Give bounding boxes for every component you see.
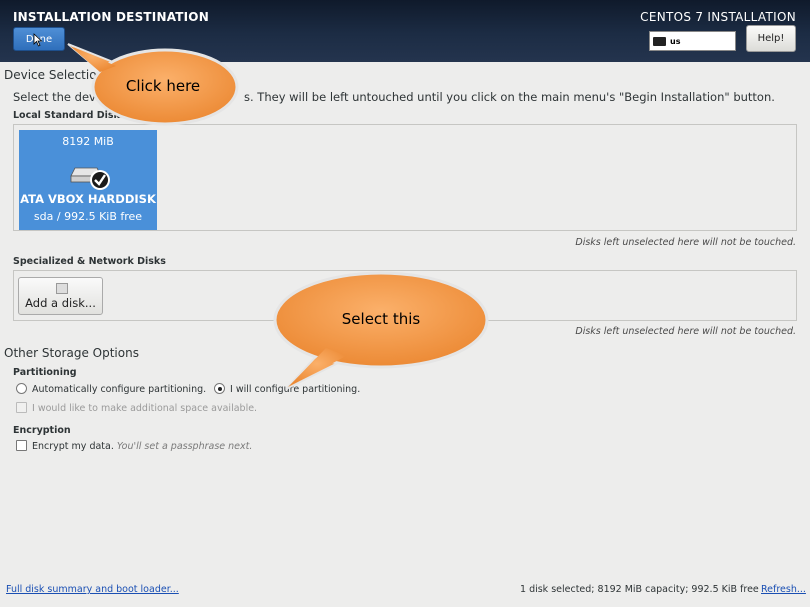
mouse-pointer-icon <box>33 33 43 47</box>
click-here-text: Click here <box>125 77 201 95</box>
disk-summary-link[interactable]: Full disk summary and boot loader... <box>6 584 179 595</box>
refresh-link[interactable]: Refresh... <box>761 584 806 595</box>
partitioning-title: Partitioning <box>13 367 77 378</box>
disk-details: sda / 992.5 KiB free <box>33 210 143 223</box>
page-title: INSTALLATION DESTINATION <box>13 10 209 24</box>
product-title: CENTOS 7 INSTALLATION <box>640 10 796 24</box>
disk-size: 8192 MiB <box>62 135 114 148</box>
disk-status-text: 1 disk selected; 8192 MiB capacity; 992.… <box>520 584 759 595</box>
instruction-text-end: s. They will be left untouched until you… <box>244 90 775 104</box>
auto-partition-radio[interactable] <box>16 383 27 394</box>
add-disk-label: Add a disk... <box>25 296 96 310</box>
manual-partition-radio[interactable] <box>214 383 225 394</box>
select-this-callout <box>273 271 489 390</box>
disk-name: ATA VBOX HARDDISK <box>20 192 156 206</box>
encrypt-label[interactable]: Encrypt my data. You'll set a passphrase… <box>32 441 252 452</box>
disk-add-icon <box>56 283 68 294</box>
unselected-note-network: Disks left unselected here will not be t… <box>575 326 796 337</box>
help-button[interactable]: Help! <box>746 25 796 52</box>
select-this-text: Select this <box>341 310 421 328</box>
extra-space-checkbox[interactable] <box>16 402 27 413</box>
encrypt-note: You'll set a passphrase next. <box>116 441 253 452</box>
unselected-note-local: Disks left unselected here will not be t… <box>575 237 796 248</box>
auto-partition-label[interactable]: Automatically configure partitioning. <box>32 384 206 395</box>
add-disk-button[interactable]: Add a disk... <box>18 277 103 315</box>
encryption-title: Encryption <box>13 425 71 436</box>
keyboard-layout-label: us <box>670 36 681 46</box>
disk-tile-sda[interactable]: 8192 MiB ATA VBOX HARDDISK sda / 992.5 K… <box>19 130 157 230</box>
network-disks-title: Specialized & Network Disks <box>13 256 166 267</box>
keyboard-layout-indicator[interactable]: us <box>649 31 736 51</box>
encrypt-label-text: Encrypt my data. <box>32 441 114 452</box>
harddisk-selected-icon <box>70 167 110 190</box>
keyboard-icon <box>653 36 666 46</box>
storage-options-title: Other Storage Options <box>4 346 139 360</box>
encrypt-checkbox[interactable] <box>16 440 27 451</box>
extra-space-label: I would like to make additional space av… <box>32 403 258 414</box>
